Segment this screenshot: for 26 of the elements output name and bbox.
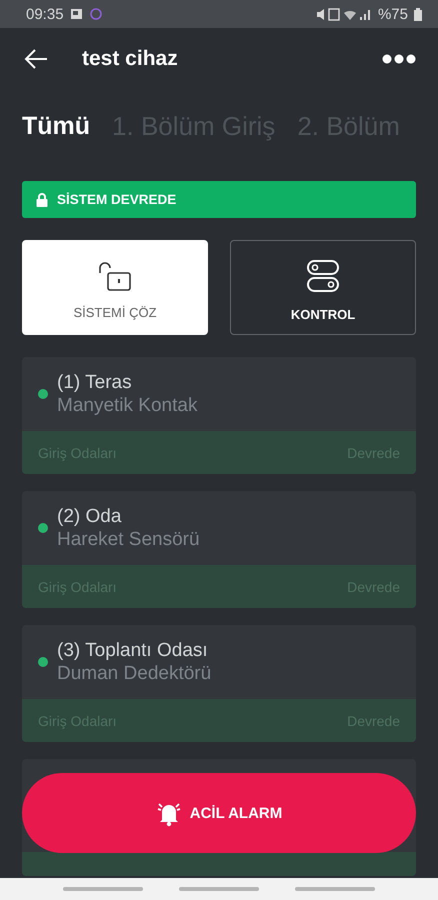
clock-time: 09:35 — [26, 6, 64, 22]
tab[interactable]: Tümü — [22, 108, 90, 144]
open-padlock-icon — [98, 261, 132, 291]
toggle-switches-icon — [306, 259, 340, 293]
battery-percent: %75 — [378, 6, 408, 22]
sensor-type: Manyetik Kontak — [57, 394, 198, 417]
signal-icons — [316, 8, 372, 20]
image-icon — [70, 8, 83, 20]
nav-handle[interactable] — [63, 887, 143, 891]
control-button[interactable]: KONTROL — [230, 240, 416, 335]
zone-name: (3) Toplantı Odası — [57, 639, 209, 662]
back-arrow-icon — [24, 49, 48, 69]
more-icon — [382, 54, 416, 64]
zone-name: (2) Oda — [57, 505, 122, 528]
zone-name: (1) Teras — [57, 371, 133, 394]
unlock-button[interactable]: SİSTEMİ ÇÖZ — [22, 240, 208, 335]
screen-title: test cihaz — [82, 47, 179, 71]
nav-handle[interactable] — [179, 887, 259, 891]
sensor-type: Duman Dedektörü — [57, 662, 212, 685]
nav-handle[interactable] — [295, 887, 375, 891]
emergency-alarm-button[interactable]: ACİL ALARM — [22, 773, 416, 853]
lock-icon — [36, 192, 48, 206]
battery-icon — [414, 8, 422, 20]
status-text: SİSTEM DEVREDE — [57, 192, 176, 207]
sensor-type: Hareket Sensörü — [57, 528, 200, 551]
sync-icon — [88, 7, 103, 21]
